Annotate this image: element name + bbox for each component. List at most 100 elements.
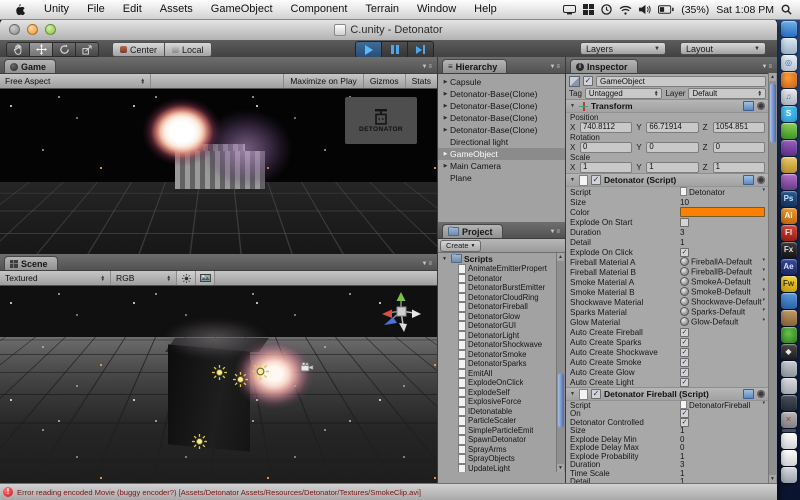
project-script-item[interactable]: DetonatorLight <box>438 331 565 341</box>
local-button[interactable]: Local <box>165 42 212 57</box>
panel-menu-icon[interactable]: ▼≡ <box>550 64 565 73</box>
project-script-item[interactable]: SprayArms <box>438 445 565 455</box>
scroll-up-arrow[interactable]: ▲ <box>557 253 564 261</box>
gameobject-name-field[interactable]: GameObject <box>596 76 766 87</box>
scene-orientation-gizmo[interactable]: z <box>378 291 424 333</box>
foldout-arrow-icon[interactable] <box>441 91 450 97</box>
project-folder-row[interactable]: ▼ Scripts <box>438 253 565 264</box>
light-gizmo-icon[interactable] <box>192 434 207 449</box>
help-book-icon[interactable] <box>743 389 754 399</box>
property-value[interactable] <box>680 348 765 357</box>
render-channel-dropdown[interactable]: RGB ▲▼ <box>111 271 177 285</box>
light-gizmo-icon[interactable] <box>252 363 269 380</box>
foldout-open-icon[interactable]: ▼ <box>570 177 576 183</box>
foldout-arrow-icon[interactable] <box>441 151 450 157</box>
dock-icon[interactable] <box>781 293 797 309</box>
position-y-field[interactable]: 66.71914 <box>646 122 698 133</box>
tab-game[interactable]: Game <box>4 59 56 73</box>
gear-icon[interactable] <box>757 176 765 184</box>
hierarchy-item[interactable]: Detonator-Base(Clone) <box>438 100 565 112</box>
dock-icon[interactable]: S <box>781 106 797 122</box>
dock-icon[interactable] <box>781 395 797 411</box>
layout-dropdown[interactable]: Layout▼ <box>680 42 766 55</box>
property-value[interactable]: SmokeB-Default <box>680 287 765 297</box>
battery-percent[interactable]: (35%) <box>681 4 709 16</box>
dock-icon[interactable] <box>781 123 797 139</box>
scale-tool-button[interactable] <box>76 42 99 57</box>
scrollbar-thumb[interactable] <box>770 83 776 143</box>
position-z-field[interactable]: 1054.851 <box>713 122 765 133</box>
hierarchy-item[interactable]: Directional light <box>438 136 565 148</box>
window-titlebar[interactable]: C.unity - Detonator <box>0 19 777 41</box>
property-value[interactable] <box>680 248 765 257</box>
project-script-item[interactable]: DetonatorSparks <box>438 359 565 369</box>
project-script-item[interactable]: DetonatorCloudRing <box>438 293 565 303</box>
dock-icon[interactable]: Fx <box>781 242 797 258</box>
project-script-item[interactable]: DetonatorBurstEmitter <box>438 283 565 293</box>
hierarchy-item[interactable]: Detonator-Base(Clone) <box>438 112 565 124</box>
axis-cone[interactable] <box>399 323 407 332</box>
pause-button[interactable] <box>382 41 408 58</box>
wifi-menu-icon[interactable] <box>619 5 632 15</box>
property-value[interactable]: 1 <box>680 238 765 247</box>
menu-item[interactable]: GameObject <box>202 0 282 19</box>
project-script-item[interactable]: DetonatorSmoke <box>438 350 565 360</box>
rotation-y-field[interactable]: 0 <box>646 142 698 153</box>
foldout-open-icon[interactable]: ▼ <box>570 103 576 109</box>
center-button[interactable]: Center <box>112 42 165 57</box>
property-value[interactable]: FireballA-Default <box>680 257 765 267</box>
scroll-up-arrow[interactable]: ▲ <box>769 73 776 81</box>
hierarchy-item[interactable]: Main Camera <box>438 160 565 172</box>
scene-lighting-toggle[interactable] <box>177 271 196 285</box>
light-gizmo-icon[interactable] <box>212 365 227 380</box>
draw-mode-dropdown[interactable]: Textured ▲▼ <box>0 271 111 285</box>
foldout-open-icon[interactable]: ▼ <box>570 391 576 397</box>
tag-dropdown[interactable]: Untagged ▲▼ <box>585 88 663 99</box>
hierarchy-item[interactable]: Plane <box>438 172 565 184</box>
project-script-item[interactable]: Detonator <box>438 274 565 284</box>
scale-y-field[interactable]: 1 <box>646 162 698 173</box>
dock-icon[interactable] <box>782 429 796 432</box>
tab-inspector[interactable]: i Inspector <box>570 59 638 73</box>
scene-skybox-toggle[interactable] <box>196 271 215 285</box>
dock-icon[interactable] <box>781 378 797 394</box>
axis-cone[interactable] <box>412 310 421 319</box>
rotation-z-field[interactable]: 0 <box>713 142 765 153</box>
dock-icon[interactable] <box>781 140 797 156</box>
property-value[interactable]: Shockwave-Default <box>680 297 765 307</box>
menu-item[interactable]: Help <box>465 0 506 19</box>
detonator-fireball-script-header[interactable]: ▼ ✓ Detonator Fireball (Script) <box>566 387 769 401</box>
hand-tool-button[interactable] <box>6 42 30 57</box>
help-book-icon[interactable] <box>743 175 754 185</box>
menu-item[interactable]: Assets <box>151 0 202 19</box>
camera-gizmo-icon[interactable] <box>300 362 314 373</box>
position-x-field[interactable]: 740.8112 <box>580 122 632 133</box>
foldout-arrow-icon[interactable] <box>441 163 450 169</box>
project-script-item[interactable]: DetonatorGUI <box>438 321 565 331</box>
y-axis-cone[interactable] <box>397 292 406 301</box>
menu-item[interactable]: Edit <box>114 0 151 19</box>
property-value[interactable] <box>680 338 765 347</box>
scene-view[interactable]: z <box>0 286 437 487</box>
light-gizmo-icon[interactable] <box>233 372 248 387</box>
layers-dropdown[interactable]: Layers▼ <box>580 42 666 55</box>
dock-icon[interactable] <box>781 72 797 88</box>
tab-project[interactable]: Project <box>442 224 503 238</box>
detonator-script-header[interactable]: ▼ ✓ Detonator (Script) <box>566 173 769 187</box>
display-menu-icon[interactable] <box>563 5 576 15</box>
gear-icon[interactable] <box>757 390 765 398</box>
move-tool-button[interactable] <box>30 42 53 57</box>
apple-menu[interactable] <box>0 3 35 17</box>
dock-icon[interactable]: Ai <box>781 208 797 224</box>
dock-icon[interactable]: Fl <box>781 225 797 241</box>
dock-icon[interactable]: ♫ <box>781 89 797 105</box>
detonator-gui-button[interactable]: DETONATOR <box>345 97 417 144</box>
project-script-item[interactable]: ExplodeSelf <box>438 388 565 398</box>
hierarchy-item[interactable]: Capsule <box>438 76 565 88</box>
rotation-x-field[interactable]: 0 <box>580 142 632 153</box>
menu-item[interactable]: Component <box>282 0 357 19</box>
foldout-arrow-icon[interactable] <box>441 127 450 133</box>
tab-hierarchy[interactable]: ≡ Hierarchy <box>442 59 507 73</box>
maximize-on-play-button[interactable]: Maximize on Play <box>283 74 363 88</box>
panel-menu-icon[interactable]: ▼≡ <box>762 64 777 73</box>
